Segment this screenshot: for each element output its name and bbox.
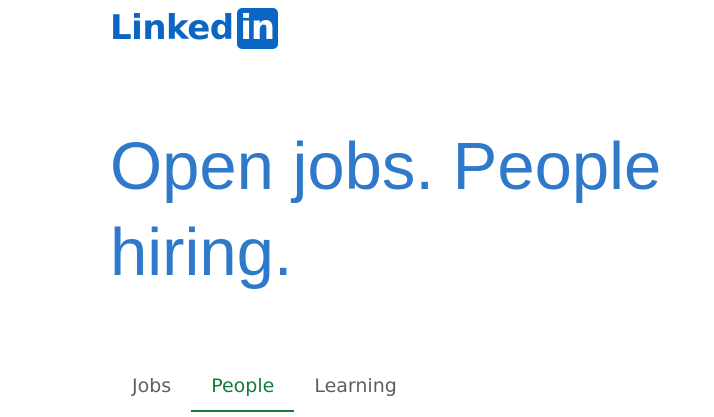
tab-jobs[interactable]: Jobs: [112, 358, 191, 412]
logo-in-badge-icon: in: [236, 7, 278, 49]
hero-title: Open jobs. People hiring.: [110, 129, 662, 290]
tab-learning[interactable]: Learning: [294, 358, 417, 412]
tab-bar: Jobs People Learning: [112, 358, 417, 412]
linkedin-logo[interactable]: Linked in: [110, 7, 278, 49]
logo-wordmark: Linked: [110, 8, 234, 48]
tab-people[interactable]: People: [191, 358, 295, 412]
